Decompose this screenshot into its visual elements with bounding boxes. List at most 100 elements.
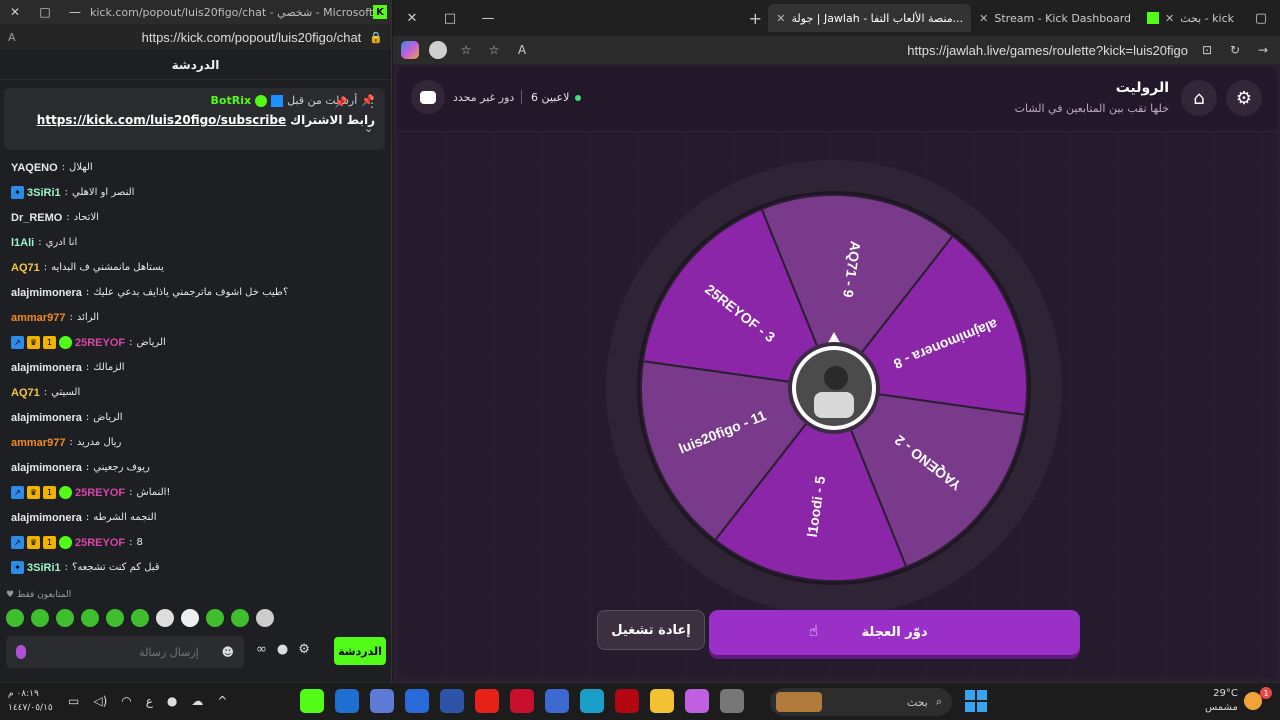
chat-username[interactable]: alajmimonera [11, 412, 82, 424]
emote-icon[interactable] [106, 609, 124, 627]
spin-wheel-button[interactable]: دوّر العجلة [709, 610, 1080, 655]
subscribe-link[interactable]: https://kick.com/luis20figo/subscribe [37, 113, 286, 127]
emote-icon[interactable] [31, 609, 49, 627]
chat-message-input[interactable] [48, 645, 199, 659]
favorites-bar-icon[interactable]: ☆ [457, 43, 475, 57]
url-text[interactable]: https://jawlah.live/games/roulette?kick=… [541, 43, 1188, 58]
chevron-up-icon[interactable]: ^ [217, 694, 227, 708]
netflix-app-icon[interactable] [615, 689, 639, 713]
chat-username[interactable]: ammar977 [11, 437, 65, 449]
emote-icon[interactable] [231, 609, 249, 627]
reader-mode-icon[interactable]: A [513, 43, 531, 57]
maximize-window-icon[interactable]: □ [431, 11, 469, 26]
clock[interactable]: ٠٨:١٩ م ١٤٤٧/٠٥/١٥ [8, 687, 53, 715]
emoji-picker-icon[interactable]: ☻ [221, 645, 234, 659]
edge-app-icon[interactable] [580, 689, 604, 713]
profile-icon[interactable] [429, 41, 447, 59]
battery-icon[interactable]: ▭ [68, 694, 79, 708]
emote-icon[interactable] [181, 609, 199, 627]
start-button[interactable] [965, 690, 987, 712]
microphone-icon[interactable] [16, 645, 26, 659]
tab-actions-icon[interactable]: ▢ [1242, 11, 1280, 26]
home-button[interactable]: ⌂ [1181, 80, 1217, 116]
infinity-icon[interactable]: ∞ [256, 642, 267, 657]
settings-button[interactable]: ⚙ [1226, 80, 1262, 116]
chat-username[interactable]: AQ71 [11, 262, 40, 274]
emote-icon[interactable] [206, 609, 224, 627]
emote-icon[interactable] [6, 609, 24, 627]
store-app-icon[interactable] [545, 689, 569, 713]
chevron-down-icon[interactable]: ⌄ [364, 122, 373, 135]
emote-icon[interactable] [131, 609, 149, 627]
tab-jawlah[interactable]: ✕ جولة | Jawlah - منصة الألعاب التفا... [768, 4, 972, 32]
language-indicator[interactable]: ع [146, 694, 153, 708]
reader-mode-icon[interactable]: A [8, 31, 32, 44]
settings-icon[interactable]: ⚙ [298, 642, 310, 657]
users-icon[interactable]: ● [277, 642, 288, 657]
emote-icon[interactable] [56, 609, 74, 627]
chat-username[interactable]: Dr_REMO [11, 212, 62, 224]
tab-kick-search[interactable]: ✕ بحث - kick [1139, 4, 1242, 32]
mcafee-app-icon[interactable] [510, 689, 534, 713]
weather-widget[interactable]: 29°C مشمس [1205, 687, 1238, 715]
chat-username[interactable]: AQ71 [11, 387, 40, 399]
send-chat-button[interactable]: الدردشة [334, 637, 386, 665]
chat-username[interactable]: 25REYOF [75, 487, 125, 499]
chat-username[interactable]: alajmimonera [11, 362, 82, 374]
new-tab-button[interactable]: + [742, 9, 768, 28]
chat-toggle-button[interactable] [411, 80, 445, 114]
close-tab-icon[interactable]: ✕ [776, 12, 785, 25]
outlook-app-icon[interactable] [335, 689, 359, 713]
restart-button[interactable]: إعادة تشغيل [597, 610, 705, 650]
refresh-icon[interactable]: ↻ [1226, 43, 1244, 57]
chat-username[interactable]: ammar977 [11, 312, 65, 324]
chat-username[interactable]: l1Ali [11, 237, 34, 249]
pinned-message[interactable]: BotRix أرسلت من قبل 📌 https://kick.com/l… [4, 88, 385, 150]
emote-icon[interactable] [81, 609, 99, 627]
close-window-icon[interactable]: ✕ [393, 11, 431, 26]
chat-username[interactable]: alajmimonera [11, 512, 82, 524]
chat-username[interactable]: 3SiRi1 [27, 187, 61, 199]
chat-header: الدردشة [0, 50, 391, 80]
copilot-app-icon[interactable] [685, 689, 709, 713]
more-options-icon[interactable]: ⋮ [366, 96, 378, 110]
emote-icon[interactable] [156, 609, 174, 627]
minimize-icon[interactable]: — [60, 5, 90, 19]
mic-tray-icon[interactable]: ● [167, 694, 177, 708]
maximize-icon[interactable]: □ [30, 5, 60, 19]
roulette-wheel[interactable]: AQ71 - 9 alajmimonera - 8 YAQENO - 2 l1oodi… [604, 158, 1064, 618]
chat-input-box[interactable]: ☻ [6, 636, 244, 668]
youtube-app-icon[interactable] [475, 689, 499, 713]
chat-username[interactable]: 3SiRi1 [27, 562, 61, 574]
task-view-icon[interactable] [720, 689, 744, 713]
add-favorite-icon[interactable]: ☆ [485, 43, 503, 57]
chat-username[interactable]: 25REYOF [75, 337, 125, 349]
close-tab-icon[interactable]: ✕ [979, 12, 988, 25]
close-icon[interactable]: ✕ [0, 5, 30, 19]
one-badge-icon: 1 [43, 486, 56, 499]
forward-icon[interactable]: → [1254, 43, 1272, 57]
copilot-icon[interactable] [401, 41, 419, 59]
chat-username[interactable]: YAQENO [11, 162, 58, 174]
bot-name[interactable]: BotRix [211, 94, 252, 107]
unpin-icon[interactable]: 📌 [334, 96, 348, 109]
minimize-window-icon[interactable]: — [469, 11, 507, 26]
close-tab-icon[interactable]: ✕ [1165, 12, 1174, 25]
left-address-bar[interactable]: A https://kick.com/popout/luis20figo/cha… [0, 24, 391, 50]
chat-username[interactable]: alajmimonera [11, 287, 82, 299]
cloud-icon[interactable]: ☁ [191, 694, 203, 708]
settings-app-icon[interactable] [370, 689, 394, 713]
mail-app-icon[interactable] [405, 689, 429, 713]
left-url-text[interactable]: https://kick.com/popout/luis20figo/chat [32, 30, 369, 45]
emote-icon[interactable] [256, 609, 274, 627]
tab-kick-dashboard[interactable]: ✕ Stream - Kick Dashboard [971, 4, 1139, 32]
volume-icon[interactable]: ◁) [93, 694, 107, 708]
wifi-icon[interactable]: ◠ [121, 694, 131, 708]
file-explorer-icon[interactable] [650, 689, 674, 713]
taskbar-search[interactable]: بحث ⌕ [770, 688, 952, 716]
app-available-icon[interactable]: ⊡ [1198, 43, 1216, 57]
letter-app-icon[interactable] [440, 689, 464, 713]
discord-app-icon[interactable] [300, 689, 324, 713]
chat-username[interactable]: 25REYOF [75, 537, 125, 549]
chat-username[interactable]: alajmimonera [11, 462, 82, 474]
